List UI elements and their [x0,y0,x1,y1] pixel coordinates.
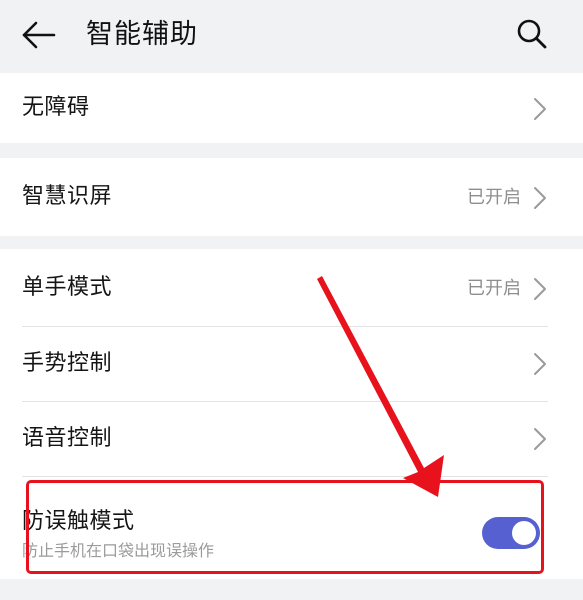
row-description-anti-touch: 防止手机在口袋出现误操作 [22,541,215,560]
chevron-right-icon [534,428,546,450]
row-one-hand[interactable]: 单手模式 已开启 [0,249,583,326]
page-title: 智能辅助 [86,19,198,50]
app-header: 智能辅助 [0,0,583,70]
row-label-voice: 语音控制 [22,426,113,451]
row-accessibility[interactable]: 无障碍 [0,73,583,143]
chevron-right-icon [534,278,546,300]
chevron-right-icon [534,187,546,209]
anti-touch-toggle[interactable] [482,517,540,549]
search-button[interactable] [513,15,551,53]
row-smart-screen[interactable]: 智慧识屏 已开启 [0,158,583,236]
row-label-one-hand: 单手模式 [22,275,113,300]
row-label-accessibility: 无障碍 [22,95,90,120]
chevron-right-icon [534,98,546,120]
row-label-anti-touch: 防误触模式 [22,509,135,534]
row-label-smart-screen: 智慧识屏 [22,184,113,209]
toggle-knob [512,521,536,545]
row-status-smart-screen: 已开启 [467,187,521,208]
back-button[interactable] [20,16,58,54]
row-status-one-hand: 已开启 [467,278,521,299]
row-voice[interactable]: 语音控制 [0,402,583,476]
search-icon [517,19,547,49]
row-label-gesture: 手势控制 [22,351,113,376]
chevron-right-icon [534,353,546,375]
row-gesture[interactable]: 手势控制 [0,327,583,401]
arrow-left-icon [22,21,56,49]
